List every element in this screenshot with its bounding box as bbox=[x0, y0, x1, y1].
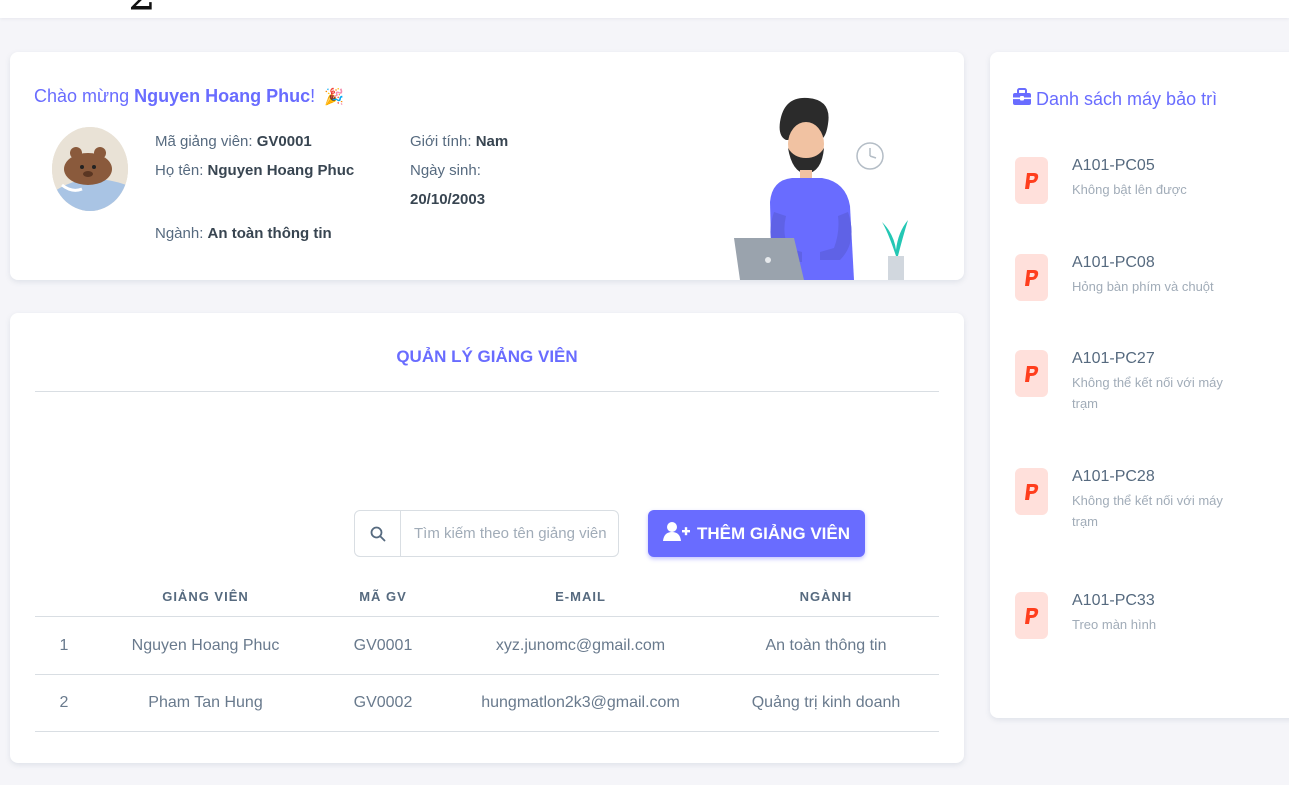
row-email: xyz.junomc@gmail.com bbox=[495, 637, 666, 654]
greeting-suffix: ! bbox=[310, 86, 316, 106]
maintenance-title-text: Danh sách máy bảo trì bbox=[1036, 89, 1218, 109]
maintenance-title: Danh sách máy bảo trì bbox=[1012, 88, 1217, 111]
gender-label: Giới tính: bbox=[410, 133, 476, 150]
major-value: An toàn thông tin bbox=[207, 225, 332, 242]
row-index: 1 bbox=[59, 637, 69, 654]
dob-date: 20/10/2003 bbox=[410, 191, 486, 208]
dob-label: Ngày sinh: bbox=[410, 162, 481, 179]
greeting-prefix: Chào mừng bbox=[34, 86, 135, 106]
maintenance-item[interactable]: A101-PC05 Không bật lên được bbox=[1015, 157, 1285, 217]
avatar bbox=[52, 127, 128, 211]
column-header-index bbox=[35, 577, 93, 616]
fullname-value: Nguyen Hoang Phuc bbox=[207, 162, 355, 179]
maintenance-list-card: Danh sách máy bảo trì A101-PC05 Không bậ… bbox=[990, 52, 1289, 718]
welcome-card: Chào mừng Nguyen Hoang Phuc! 🎉 Mã giảng … bbox=[10, 52, 964, 280]
paypal-icon bbox=[1015, 254, 1048, 301]
major-label: Ngành: bbox=[155, 225, 208, 242]
column-header-code[interactable]: MÃ GV bbox=[318, 577, 448, 616]
column-header-lecturer[interactable]: GIẢNG VIÊN bbox=[93, 577, 318, 616]
maintenance-item[interactable]: A101-PC28 Không thể kết nối với máy trạm bbox=[1015, 468, 1285, 529]
machine-issue: Hỏng bàn phím và chuột bbox=[1072, 279, 1214, 294]
maintenance-item[interactable]: A101-PC33 Treo màn hình bbox=[1015, 592, 1285, 652]
machine-name: A101-PC08 bbox=[1072, 254, 1155, 271]
row-major: Quảng trị kinh doanh bbox=[751, 694, 901, 711]
fullname-label: Họ tên: bbox=[155, 162, 208, 179]
dob-value: 20/10/2003 bbox=[410, 191, 485, 208]
paypal-icon bbox=[1015, 157, 1048, 204]
row-major: An toàn thông tin bbox=[765, 637, 887, 654]
table-row[interactable]: 2 Pham Tan Hung GV0002 hungmatlon2k3@gma… bbox=[35, 675, 939, 732]
row-email: hungmatlon2k3@gmail.com bbox=[481, 694, 680, 711]
column-header-email[interactable]: E-MAIL bbox=[448, 577, 713, 616]
lecturer-id-label: Mã giảng viên: bbox=[155, 133, 257, 150]
welcome-greeting: Chào mừng Nguyen Hoang Phuc! 🎉 bbox=[34, 86, 344, 107]
top-navbar: 2 bbox=[0, 0, 1289, 21]
party-icon: 🎉 bbox=[324, 89, 345, 106]
machine-name: A101-PC27 bbox=[1072, 350, 1155, 367]
machine-issue: Không thể kết nối với máy trạm bbox=[1072, 375, 1223, 411]
row-lecturer-code: GV0001 bbox=[353, 637, 413, 654]
machine-issue: Không thể kết nối với máy trạm bbox=[1072, 493, 1223, 529]
column-header-major[interactable]: NGÀNH bbox=[713, 577, 939, 616]
machine-name: A101-PC05 bbox=[1072, 157, 1155, 174]
search-input[interactable] bbox=[401, 511, 611, 556]
toolbox-icon bbox=[1012, 88, 1032, 111]
fullname-row: Họ tên: Nguyen Hoang Phuc bbox=[155, 162, 354, 179]
add-lecturer-label: THÊM GIẢNG VIÊN bbox=[696, 523, 850, 543]
maintenance-item[interactable]: A101-PC27 Không thể kết nối với máy trạm bbox=[1015, 350, 1285, 411]
table-row[interactable]: 1 Nguyen Hoang Phuc GV0001 xyz.junomc@gm… bbox=[35, 618, 939, 675]
gender-row: Giới tính: Nam bbox=[410, 133, 508, 150]
man-with-laptop-illustration bbox=[722, 92, 922, 280]
table-header: GIẢNG VIÊN MÃ GV E-MAIL NGÀNH bbox=[35, 577, 939, 617]
lecturer-management-card: QUẢN LÝ GIẢNG VIÊN THÊM GIẢNG VIÊN GIẢNG… bbox=[10, 313, 964, 763]
machine-issue: Không bật lên được bbox=[1072, 182, 1187, 197]
row-index: 2 bbox=[59, 694, 69, 711]
brand-logo-fragment: 2 bbox=[128, 0, 156, 21]
greeting-user-name: Nguyen Hoang Phuc bbox=[134, 86, 311, 106]
paypal-icon bbox=[1015, 350, 1048, 397]
machine-name: A101-PC33 bbox=[1072, 592, 1155, 609]
maintenance-item[interactable]: A101-PC08 Hỏng bàn phím và chuột bbox=[1015, 254, 1285, 314]
row-lecturer-name: Pham Tan Hung bbox=[148, 694, 263, 711]
machine-name: A101-PC28 bbox=[1072, 468, 1155, 485]
search-box[interactable] bbox=[354, 510, 619, 557]
row-lecturer-name: Nguyen Hoang Phuc bbox=[131, 637, 280, 654]
major-row: Ngành: An toàn thông tin bbox=[155, 225, 332, 242]
gender-value: Nam bbox=[475, 133, 509, 150]
row-lecturer-code: GV0002 bbox=[353, 694, 413, 711]
paypal-icon bbox=[1015, 592, 1048, 639]
paypal-icon bbox=[1015, 468, 1048, 515]
add-lecturer-button[interactable]: THÊM GIẢNG VIÊN bbox=[648, 510, 865, 557]
user-plus-icon bbox=[662, 521, 691, 546]
management-title: QUẢN LÝ GIẢNG VIÊN bbox=[396, 347, 578, 366]
title-divider bbox=[35, 391, 939, 392]
search-icon[interactable] bbox=[355, 511, 401, 556]
lecturer-id-value: GV0001 bbox=[256, 133, 312, 150]
lecturer-id-row: Mã giảng viên: GV0001 bbox=[155, 133, 312, 150]
machine-issue: Treo màn hình bbox=[1072, 617, 1157, 632]
